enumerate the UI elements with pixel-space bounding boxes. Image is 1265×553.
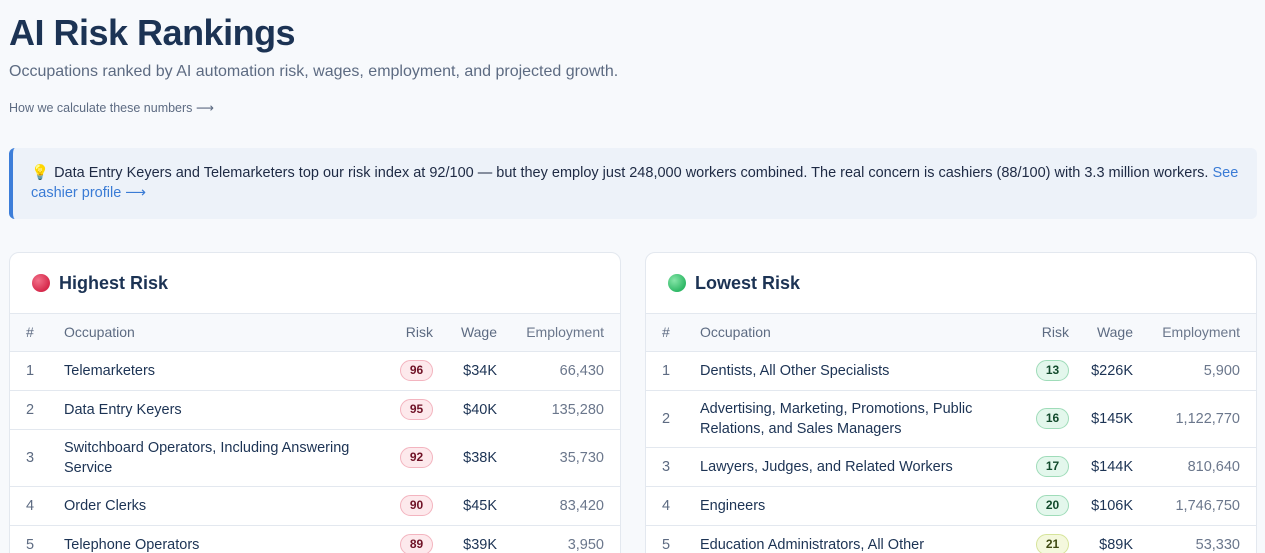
page-title: AI Risk Rankings (9, 12, 296, 53)
rank-cell: 4 (10, 486, 64, 526)
risk-badge: 96 (400, 360, 433, 381)
highest-risk-table: # Occupation Risk Wage Employment 1 Tele… (10, 314, 620, 553)
col-employment[interactable]: Employment (1133, 314, 1256, 352)
employment-cell: 1,746,750 (1133, 486, 1256, 526)
occupation-cell[interactable]: Dentists, All Other Specialists (700, 351, 1015, 391)
table-row[interactable]: 5 Education Administrators, All Other 21… (646, 525, 1256, 553)
lowest-risk-header: Lowest Risk (646, 253, 1256, 314)
occupation-cell[interactable]: Switchboard Operators, Including Answeri… (64, 429, 379, 487)
occupation-cell[interactable]: Engineers (700, 486, 1015, 526)
rank-cell: 1 (10, 351, 64, 391)
col-rank[interactable]: # (646, 314, 700, 352)
insight-callout: 💡 Data Entry Keyers and Telemarketers top… (9, 148, 1257, 219)
col-wage[interactable]: Wage (441, 314, 497, 352)
occupation-cell[interactable]: Data Entry Keyers (64, 390, 379, 430)
employment-cell: 3,950 (497, 525, 620, 553)
wage-cell: $89K (1077, 525, 1133, 553)
table-row[interactable]: 2 Advertising, Marketing, Promotions, Pu… (646, 390, 1256, 448)
red-dot-icon (32, 274, 50, 292)
col-employment[interactable]: Employment (497, 314, 620, 352)
col-risk[interactable]: Risk (379, 314, 441, 352)
wage-cell: $226K (1077, 351, 1133, 391)
lowest-risk-title: Lowest Risk (695, 272, 801, 293)
employment-cell: 53,330 (1133, 525, 1256, 553)
risk-badge: 89 (400, 534, 433, 553)
employment-cell: 66,430 (497, 351, 620, 391)
col-rank[interactable]: # (10, 314, 64, 352)
occupation-cell[interactable]: Advertising, Marketing, Promotions, Publ… (700, 390, 1015, 448)
occupation-cell[interactable]: Education Administrators, All Other (700, 525, 1015, 553)
employment-cell: 35,730 (497, 429, 620, 487)
lowest-risk-panel: Lowest Risk # Occupation Risk Wage Emplo… (645, 252, 1257, 553)
occupation-cell[interactable]: Telephone Operators (64, 525, 379, 553)
rank-cell: 2 (646, 390, 700, 448)
table-row[interactable]: 5 Telephone Operators 89 $39K 3,950 (10, 525, 620, 553)
table-row[interactable]: 2 Data Entry Keyers 95 $40K 135,280 (10, 390, 620, 430)
rank-cell: 3 (10, 429, 64, 487)
table-row[interactable]: 1 Telemarketers 96 $34K 66,430 (10, 351, 620, 391)
occupation-cell[interactable]: Telemarketers (64, 351, 379, 391)
wage-cell: $145K (1077, 390, 1133, 448)
employment-cell: 810,640 (1133, 447, 1256, 487)
callout-text: Data Entry Keyers and Telemarketers top … (54, 165, 1209, 181)
col-wage[interactable]: Wage (1077, 314, 1133, 352)
wage-cell: $45K (441, 486, 497, 526)
risk-badge: 16 (1036, 408, 1069, 429)
rank-cell: 2 (10, 390, 64, 430)
employment-cell: 1,122,770 (1133, 390, 1256, 448)
rank-cell: 3 (646, 447, 700, 487)
highest-risk-panel: Highest Risk # Occupation Risk Wage Empl… (9, 252, 621, 553)
table-row[interactable]: 3 Lawyers, Judges, and Related Workers 1… (646, 447, 1256, 487)
highest-risk-title: Highest Risk (59, 272, 169, 293)
green-dot-icon (668, 274, 686, 292)
risk-badge: 13 (1036, 360, 1069, 381)
lowest-risk-table: # Occupation Risk Wage Employment 1 Dent… (646, 314, 1256, 553)
methodology-link[interactable]: How we calculate these numbers ⟶ (9, 100, 214, 115)
lightbulb-icon: 💡 (31, 165, 50, 181)
wage-cell: $34K (441, 351, 497, 391)
wage-cell: $39K (441, 525, 497, 553)
rank-cell: 5 (10, 525, 64, 553)
risk-badge: 21 (1036, 534, 1069, 553)
employment-cell: 83,420 (497, 486, 620, 526)
table-header-row: # Occupation Risk Wage Employment (646, 314, 1256, 352)
wage-cell: $38K (441, 429, 497, 487)
table-row[interactable]: 3 Switchboard Operators, Including Answe… (10, 429, 620, 487)
risk-badge: 20 (1036, 495, 1069, 516)
page-subtitle: Occupations ranked by AI automation risk… (9, 63, 619, 80)
risk-badge: 92 (400, 447, 433, 468)
rank-cell: 4 (646, 486, 700, 526)
wage-cell: $40K (441, 390, 497, 430)
risk-badge: 95 (400, 399, 433, 420)
occupation-cell[interactable]: Order Clerks (64, 486, 379, 526)
rank-cell: 5 (646, 525, 700, 553)
table-row[interactable]: 4 Order Clerks 90 $45K 83,420 (10, 486, 620, 526)
col-risk[interactable]: Risk (1015, 314, 1077, 352)
table-row[interactable]: 4 Engineers 20 $106K 1,746,750 (646, 486, 1256, 526)
col-occupation[interactable]: Occupation (700, 314, 1015, 352)
risk-badge: 90 (400, 495, 433, 516)
risk-badge: 17 (1036, 456, 1069, 477)
highest-risk-header: Highest Risk (10, 253, 620, 314)
wage-cell: $106K (1077, 486, 1133, 526)
rank-cell: 1 (646, 351, 700, 391)
col-occupation[interactable]: Occupation (64, 314, 379, 352)
employment-cell: 5,900 (1133, 351, 1256, 391)
table-header-row: # Occupation Risk Wage Employment (10, 314, 620, 352)
occupation-cell[interactable]: Lawyers, Judges, and Related Workers (700, 447, 1015, 487)
table-row[interactable]: 1 Dentists, All Other Specialists 13 $22… (646, 351, 1256, 391)
employment-cell: 135,280 (497, 390, 620, 430)
wage-cell: $144K (1077, 447, 1133, 487)
